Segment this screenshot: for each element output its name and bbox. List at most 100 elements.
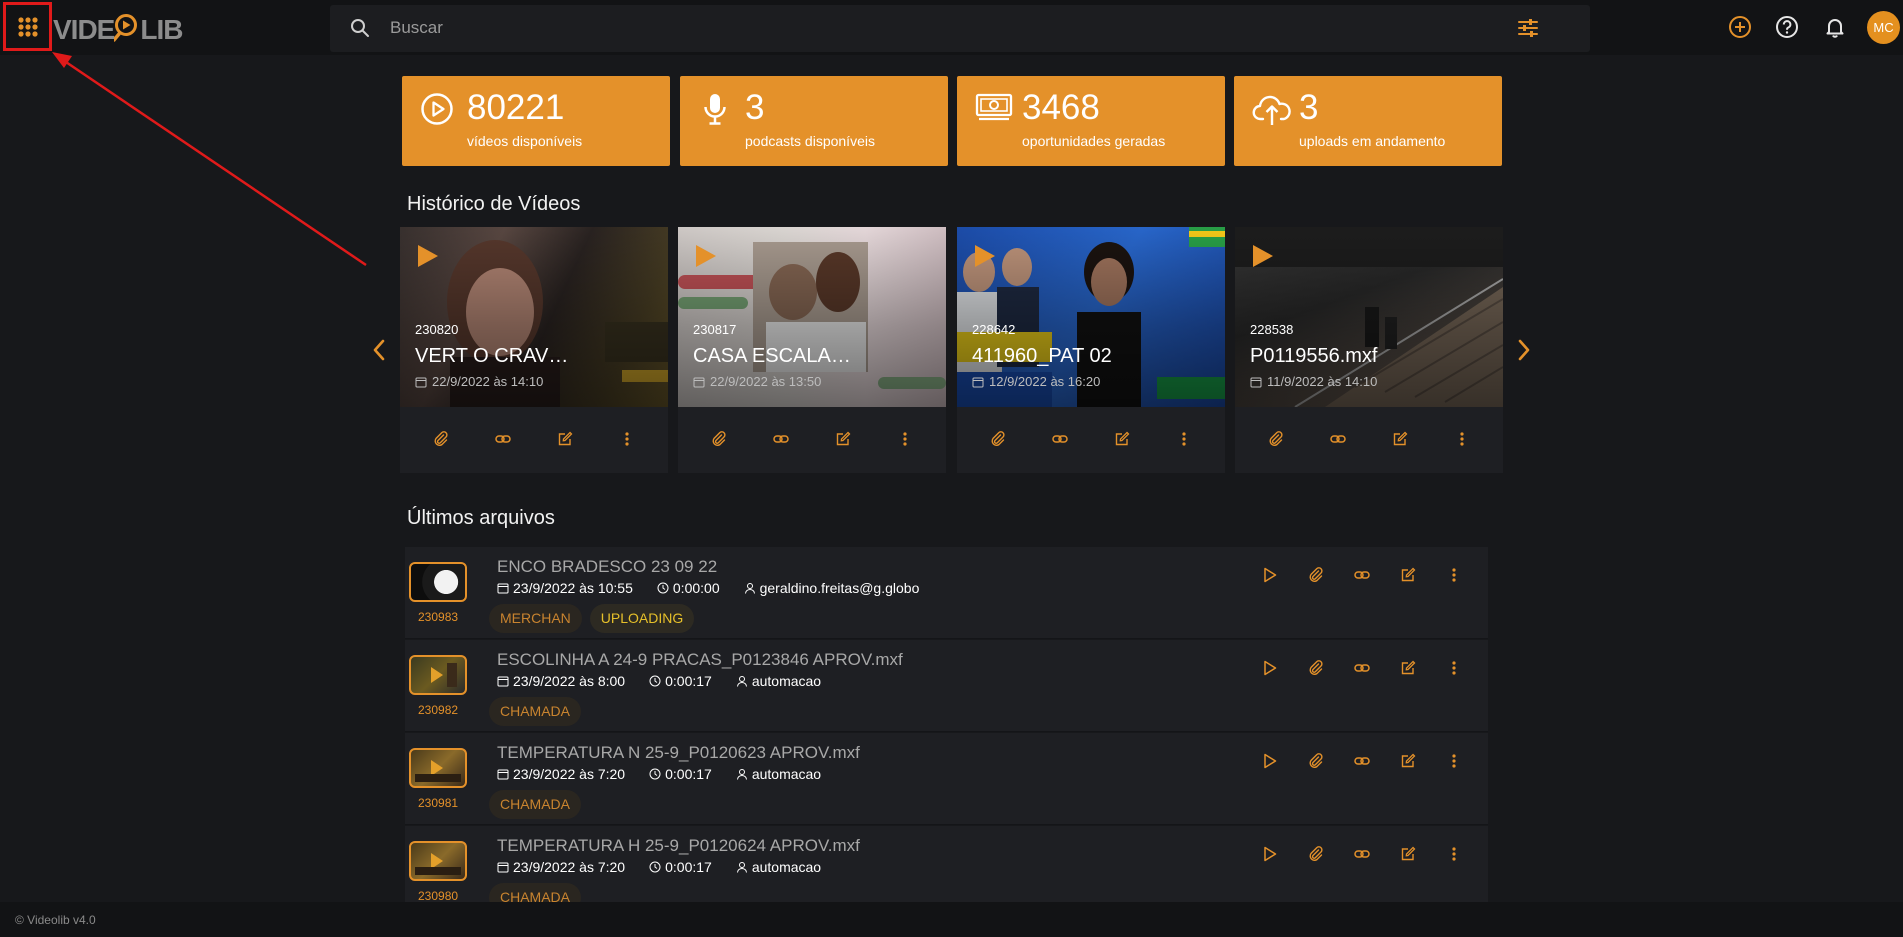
- clock-icon: [649, 861, 661, 873]
- link-icon[interactable]: [1352, 751, 1371, 770]
- list-item[interactable]: 230983 ENCO BRADESCO 23 09 22 23/9/2022 …: [405, 547, 1488, 639]
- stat-card-opportunities[interactable]: 3468 oportunidades geradas: [957, 76, 1225, 166]
- file-user: automacao: [751, 673, 822, 689]
- file-id: 230981: [418, 796, 459, 810]
- tag-chip[interactable]: MERCHAN: [489, 604, 582, 633]
- play-icon[interactable]: [1260, 751, 1279, 770]
- videolib-logo[interactable]: VIDE LIB: [53, 12, 183, 45]
- stat-card-videos[interactable]: 80221 vídeos disponíveis: [402, 76, 670, 166]
- edit-icon[interactable]: [1398, 751, 1417, 770]
- file-id: 230983: [418, 610, 459, 624]
- file-thumbnail[interactable]: [409, 655, 467, 695]
- user-icon: [736, 769, 747, 780]
- more-options-icon[interactable]: [1444, 751, 1463, 770]
- apps-grid-icon: [17, 16, 38, 37]
- link-icon[interactable]: [1352, 658, 1371, 677]
- stat-card-uploads[interactable]: 3 uploads em andamento: [1234, 76, 1502, 166]
- tag-chip[interactable]: CHAMADA: [489, 790, 582, 819]
- video-id: 230820: [415, 322, 459, 337]
- video-card[interactable]: 228538 P0119556.mxf 11/9/2022 às 14:10: [1235, 227, 1503, 473]
- edit-icon[interactable]: [1398, 565, 1417, 584]
- calendar-icon: [1250, 377, 1262, 387]
- more-options-icon[interactable]: [896, 430, 914, 448]
- file-name[interactable]: ENCO BRADESCO 23 09 22: [497, 557, 717, 577]
- play-icon[interactable]: [1260, 844, 1279, 863]
- video-actions: [1235, 425, 1503, 453]
- calendar-icon: [415, 377, 427, 387]
- stat-label: uploads em andamento: [1299, 133, 1446, 149]
- edit-icon[interactable]: [1398, 658, 1417, 677]
- clock-icon: [649, 675, 661, 687]
- file-thumbnail[interactable]: [409, 562, 467, 602]
- more-options-icon[interactable]: [1444, 565, 1463, 584]
- attach-icon[interactable]: [710, 430, 728, 448]
- file-name[interactable]: TEMPERATURA H 25-9_P0120624 APROV.mxf: [497, 836, 860, 856]
- calendar-icon: [497, 676, 509, 687]
- video-card[interactable]: 230820 VERT O CRAV… 22/9/2022 às 14:10: [400, 227, 668, 473]
- attach-icon[interactable]: [1306, 751, 1325, 770]
- file-duration: 0:00:17: [665, 859, 712, 875]
- video-card[interactable]: 230817 CASA ESCALA… 22/9/2022 às 13:50: [678, 227, 946, 473]
- video-date: 12/9/2022 às 16:20: [989, 374, 1101, 389]
- video-card[interactable]: 228642 411960_PAT 02 12/9/2022 às 16:20: [957, 227, 1225, 473]
- carousel-next-arrow[interactable]: [1514, 337, 1534, 363]
- carousel-prev-arrow[interactable]: [369, 337, 389, 363]
- filter-sliders-icon[interactable]: [1518, 19, 1538, 37]
- file-date: 23/9/2022 às 8:00: [513, 673, 626, 689]
- file-name[interactable]: TEMPERATURA N 25-9_P0120623 APROV.mxf: [497, 743, 860, 763]
- play-icon[interactable]: [973, 244, 997, 268]
- edit-icon[interactable]: [1113, 430, 1131, 448]
- avatar[interactable]: MC: [1867, 11, 1900, 44]
- list-item[interactable]: 230980 TEMPERATURA H 25-9_P0120624 APROV…: [405, 826, 1488, 902]
- attach-icon[interactable]: [1306, 565, 1325, 584]
- play-icon[interactable]: [694, 244, 718, 268]
- logo-lens-icon: [112, 12, 140, 42]
- notification-bell-icon[interactable]: [1822, 14, 1848, 40]
- file-thumbnail[interactable]: [409, 748, 467, 788]
- edit-icon[interactable]: [1391, 430, 1409, 448]
- link-icon[interactable]: [1329, 430, 1347, 448]
- more-options-icon[interactable]: [618, 430, 636, 448]
- play-icon[interactable]: [1260, 658, 1279, 677]
- edit-icon[interactable]: [556, 430, 574, 448]
- list-item[interactable]: 230981 TEMPERATURA N 25-9_P0120623 APROV…: [405, 733, 1488, 825]
- search-input[interactable]: [390, 13, 1490, 43]
- link-icon[interactable]: [1051, 430, 1069, 448]
- stat-label: oportunidades geradas: [1022, 133, 1166, 149]
- footer: © Videolib v4.0: [0, 902, 1903, 937]
- attach-icon[interactable]: [432, 430, 450, 448]
- add-circle-icon[interactable]: [1727, 14, 1753, 40]
- tag-chip[interactable]: CHAMADA: [489, 697, 582, 726]
- attach-icon[interactable]: [989, 430, 1007, 448]
- link-icon[interactable]: [494, 430, 512, 448]
- list-item[interactable]: 230982 ESCOLINHA A 24-9 PRACAS_P0123846 …: [405, 640, 1488, 732]
- edit-icon[interactable]: [834, 430, 852, 448]
- file-name[interactable]: ESCOLINHA A 24-9 PRACAS_P0123846 APROV.m…: [497, 650, 903, 670]
- attach-icon[interactable]: [1267, 430, 1285, 448]
- video-title: CASA ESCALA…: [693, 345, 851, 367]
- file-date: 23/9/2022 às 10:55: [513, 580, 633, 596]
- file-actions: [1260, 844, 1463, 863]
- more-options-icon[interactable]: [1453, 430, 1471, 448]
- play-icon[interactable]: [1251, 244, 1275, 268]
- calendar-icon: [497, 769, 509, 780]
- more-options-icon[interactable]: [1444, 658, 1463, 677]
- apps-menu-button[interactable]: [3, 2, 52, 51]
- stat-card-podcasts[interactable]: 3 podcasts disponíveis: [680, 76, 948, 166]
- clock-icon: [657, 582, 669, 594]
- more-options-icon[interactable]: [1175, 430, 1193, 448]
- tag-chip[interactable]: CHAMADA: [489, 883, 582, 902]
- link-icon[interactable]: [772, 430, 790, 448]
- play-icon[interactable]: [1260, 565, 1279, 584]
- play-icon[interactable]: [416, 244, 440, 268]
- more-options-icon[interactable]: [1444, 844, 1463, 863]
- edit-icon[interactable]: [1398, 844, 1417, 863]
- stat-label: vídeos disponíveis: [467, 133, 583, 149]
- attach-icon[interactable]: [1306, 844, 1325, 863]
- help-icon[interactable]: [1774, 14, 1800, 40]
- attach-icon[interactable]: [1306, 658, 1325, 677]
- status-badge: UPLOADING: [589, 604, 695, 633]
- link-icon[interactable]: [1352, 844, 1371, 863]
- file-thumbnail[interactable]: [409, 841, 467, 881]
- link-icon[interactable]: [1352, 565, 1371, 584]
